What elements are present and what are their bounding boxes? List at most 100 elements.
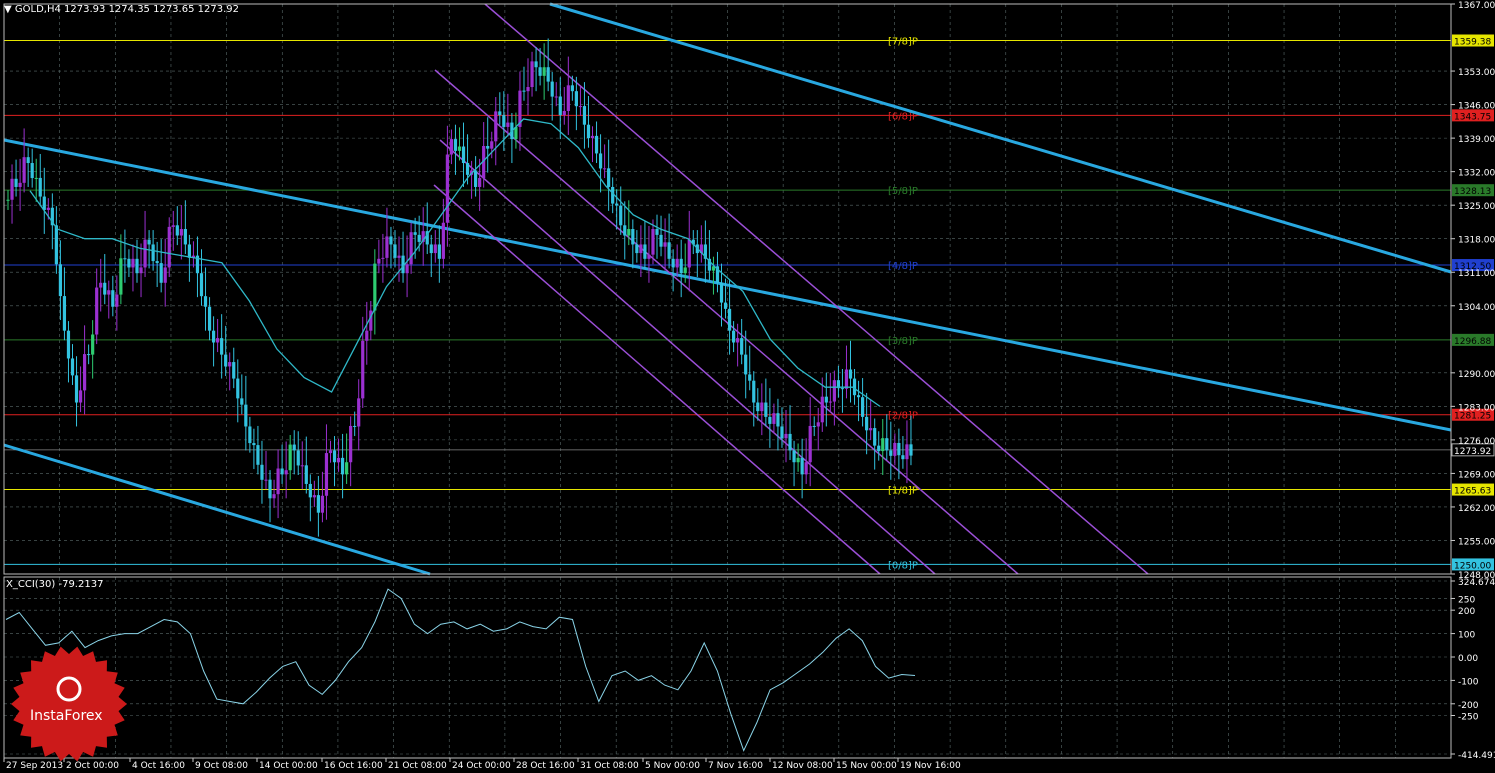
dropdown-arrow-icon[interactable]: ▼: [4, 4, 12, 15]
candle-body: [840, 388, 845, 390]
candle-body: [772, 413, 776, 424]
candle-body: [655, 229, 659, 235]
candle-body: [804, 462, 808, 475]
candle-body: [760, 402, 764, 412]
candle-body: [211, 330, 216, 343]
candle-body: [542, 67, 546, 76]
candle-body: [54, 225, 58, 265]
cci-line: [5, 588, 916, 752]
chart-canvas: [7/8]P 1359.38[6/8]P 1343.75[5/8]P 1328.13[…: [3, 1, 1495, 771]
cci-tick-label: -414.4914: [1458, 751, 1495, 761]
candle-body: [506, 122, 510, 127]
candle-body: [131, 258, 135, 268]
candle-body: [897, 442, 901, 456]
cci-tick-label: 250: [1458, 595, 1475, 605]
candlestick-series: [6, 38, 913, 537]
candle-body: [312, 495, 316, 498]
candle-body: [99, 282, 103, 288]
candle-body: [232, 362, 236, 379]
candle-body: [574, 91, 578, 107]
channel-line: [434, 69, 1019, 575]
candle-body: [280, 468, 284, 475]
candle-body: [744, 354, 748, 375]
price-tick-label: 1283.00: [1458, 403, 1495, 413]
time-tick-label: 9 Oct 08:00: [195, 761, 248, 771]
price-tick-label: 1311.00: [1458, 269, 1495, 279]
candle-body: [207, 306, 212, 331]
candle-body: [671, 258, 675, 268]
candle-body: [449, 139, 454, 155]
candle-body: [66, 330, 71, 359]
candle-body: [603, 168, 607, 170]
candle-body: [107, 290, 111, 295]
candle-body: [292, 444, 296, 451]
candle-body: [631, 229, 635, 245]
candle-body: [82, 354, 87, 391]
candle-body: [865, 416, 869, 431]
candle-body: [409, 232, 413, 265]
candle-body: [558, 96, 562, 116]
candle-body: [26, 157, 30, 164]
candle-body: [808, 425, 812, 463]
candle-body: [441, 222, 445, 259]
candle-body: [530, 61, 534, 88]
time-tick-label: 19 Nov 16:00: [900, 761, 961, 771]
candle-body: [639, 244, 643, 254]
candle-body: [151, 244, 155, 262]
candle-body: [607, 168, 611, 187]
cci-tick-label: -200: [1458, 701, 1479, 711]
candle-body: [873, 428, 877, 446]
candle-body: [324, 453, 329, 496]
candle-body: [651, 229, 655, 255]
candle-body: [546, 67, 550, 82]
candle-body: [381, 257, 385, 259]
candle-body: [792, 450, 796, 463]
candle-body: [768, 416, 772, 424]
candle-body: [796, 457, 800, 463]
candle-body: [675, 258, 679, 268]
murrey-price-label: 1343.75: [1454, 112, 1491, 122]
candle-body: [562, 110, 566, 116]
ohlc-values: 1273.93 1274.35 1273.65 1273.92: [64, 4, 239, 15]
candle-body: [300, 465, 304, 467]
candle-body: [590, 135, 595, 139]
trend-line: [3, 138, 1452, 432]
cci-tick-label: -250: [1458, 713, 1479, 723]
candle-body: [554, 96, 558, 98]
candle-body: [736, 338, 740, 343]
candle-body: [6, 199, 10, 201]
price-tick-label: 1353.00: [1458, 68, 1495, 78]
candle-body: [538, 67, 542, 76]
grid-lines: [3, 3, 1452, 758]
candle-body: [824, 396, 828, 403]
candle-body: [385, 236, 389, 258]
candle-body: [764, 402, 768, 417]
murrey-price-label: 1250.00: [1454, 561, 1491, 571]
cci-series-line: [5, 588, 916, 752]
candle-body: [87, 354, 91, 356]
candle-body: [199, 273, 204, 297]
candle-body: [340, 457, 345, 475]
candle-body: [34, 177, 38, 179]
time-tick-label: 24 Oct 00:00: [452, 761, 511, 771]
price-tick-label: 1269.00: [1458, 470, 1495, 480]
time-tick-label: 12 Nov 08:00: [772, 761, 833, 771]
candle-body: [316, 495, 320, 513]
candle-body: [800, 457, 804, 475]
candle-body: [119, 258, 123, 295]
candle-body: [784, 433, 788, 439]
candle-body: [78, 390, 83, 403]
candle-body: [320, 495, 325, 513]
murrey-price-label: 1328.13: [1454, 187, 1491, 197]
candle-body: [832, 380, 836, 402]
candle-body: [816, 422, 820, 427]
candle-body: [74, 375, 79, 403]
candle-body: [522, 90, 526, 92]
time-tick-label: 21 Oct 08:00: [388, 761, 447, 771]
candle-body: [856, 395, 861, 398]
time-tick-label: 31 Oct 08:00: [580, 761, 639, 771]
candle-body: [429, 244, 433, 254]
candle-body: [308, 483, 312, 498]
murrey-label: [1/8]P: [888, 486, 918, 497]
symbol-header: ▼ GOLD,H4 1273.93 1274.35 1273.65 1273.9…: [4, 4, 239, 15]
